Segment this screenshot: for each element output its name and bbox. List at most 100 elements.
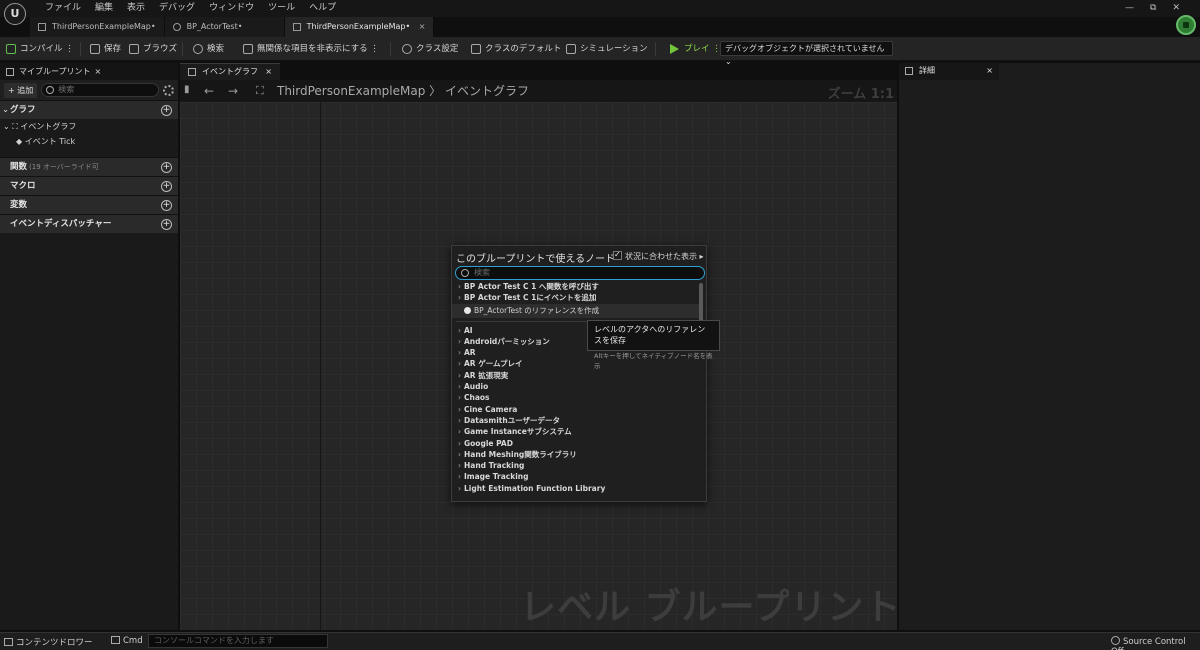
close-button[interactable]: ✕ [1172, 3, 1180, 13]
create-reference-item[interactable]: BP_ActorTest のリファレンスを作成 [452, 303, 700, 318]
add-graph-icon[interactable]: + [161, 105, 172, 116]
browse-button[interactable]: ブラウズ [129, 42, 177, 56]
hide-unrelated-button[interactable]: 無関係な項目を非表示にする ⋮ [243, 42, 379, 56]
minimize-button[interactable]: — [1125, 3, 1134, 13]
debug-object-dropdown[interactable]: デバッグオブジェクトが選択されていません ⌄ [720, 41, 893, 66]
details-icon [905, 67, 913, 75]
context-sensitive-label[interactable]: 状況に合わせた表示 ▸ [625, 251, 704, 262]
chevron-right-icon: › [458, 472, 461, 482]
close-tab-icon[interactable]: × [95, 67, 102, 76]
details-tab[interactable]: 詳細 × [899, 63, 999, 80]
tree-item-event-graph[interactable]: ⌄ ⛶ イベントグラフ [0, 119, 178, 134]
toolbar-divider [182, 42, 183, 56]
add-function-icon[interactable]: + [161, 162, 172, 173]
search-icon [193, 44, 203, 54]
category-label: Hand Meshing関数ライブラリ [464, 449, 577, 459]
category-label: Androidパーミッション [464, 336, 550, 346]
doc-tab-actortest[interactable]: BP_ActorTest• [164, 17, 285, 37]
back-arrow-icon[interactable]: ← [204, 84, 214, 98]
category-item[interactable]: › Game Instanceサブシステム [452, 426, 700, 437]
bookmark-icon[interactable]: ▮ [184, 84, 190, 95]
console-command-input[interactable]: コンソールコマンドを入力します [148, 634, 328, 648]
add-macro-icon[interactable]: + [161, 181, 172, 192]
category-item[interactable]: › Hand Tracking [452, 460, 700, 471]
context-sensitive-checkbox[interactable] [613, 250, 622, 260]
section-graph[interactable]: ⌄ グラフ + [0, 100, 178, 119]
chevron-right-icon: › [458, 370, 461, 380]
category-item[interactable]: › Audio [452, 381, 700, 392]
category-item[interactable]: › Datasmithユーザーデータ [452, 415, 700, 426]
section-macros[interactable]: マクロ + [0, 176, 178, 195]
save-icon [90, 44, 100, 54]
toolbar-divider [80, 42, 81, 56]
unreal-logo-icon[interactable]: U [4, 3, 26, 25]
category-item[interactable]: › Light Estimation Function Library [452, 483, 700, 494]
section-event-dispatchers[interactable]: イベントディスパッチャー + [0, 214, 178, 233]
doc-tab-label: ThirdPersonExampleMap• [52, 22, 156, 31]
list-item[interactable]: › BP Actor Test C 1 へ関数を呼び出す [452, 281, 700, 292]
section-variables[interactable]: 変数 + [0, 195, 178, 214]
category-item[interactable]: › Chaos [452, 392, 700, 403]
cmd-button[interactable]: Cmd [111, 636, 143, 646]
forward-arrow-icon[interactable]: → [228, 84, 238, 98]
action-search-input[interactable]: 検索 [455, 266, 705, 280]
add-button[interactable]: + 追加 [4, 82, 38, 98]
save-button[interactable]: 保存 [90, 42, 121, 56]
document-tabs: ThirdPersonExampleMap• BP_ActorTest• Thi… [30, 17, 435, 37]
category-label: Hand Tracking [464, 461, 525, 471]
menu-file[interactable]: ファイル [38, 2, 88, 14]
category-label: AR 拡張現実 [464, 370, 509, 380]
tree-item-event-tick[interactable]: ◆ イベント Tick [0, 134, 178, 149]
sliders-icon [471, 44, 481, 54]
record-status-icon[interactable] [1176, 15, 1196, 35]
search-button[interactable]: 検索 [193, 42, 224, 56]
category-item[interactable]: › Hand Meshing関数ライブラリ [452, 449, 700, 460]
doc-tab-map-active[interactable]: ThirdPersonExampleMap• × [284, 17, 435, 37]
menu-window[interactable]: ウィンドウ [202, 2, 261, 14]
class-settings-button[interactable]: クラス設定 [402, 42, 458, 56]
chevron-right-icon: › [458, 336, 461, 346]
menu-view[interactable]: 表示 [120, 2, 152, 14]
menu-tools[interactable]: ツール [261, 2, 302, 14]
menu-help[interactable]: ヘルプ [302, 2, 343, 14]
category-item[interactable]: › AR 拡張現実 [452, 370, 700, 381]
add-dispatcher-icon[interactable]: + [161, 219, 172, 230]
console-icon [111, 636, 120, 644]
list-item[interactable]: › BP Actor Test C 1にイベントを追加 [452, 292, 700, 303]
chevron-right-icon: › [458, 438, 461, 448]
hide-unrelated-icon [243, 44, 253, 54]
category-item[interactable]: › Cine Camera [452, 404, 700, 415]
category-item[interactable]: › Google PAD [452, 438, 700, 449]
simulation-button[interactable]: シミュレーション [566, 42, 648, 56]
play-button[interactable]: プレイ ⋮ [670, 42, 721, 56]
compile-button[interactable]: コンパイル ⋮ [6, 42, 74, 56]
doc-tab-map[interactable]: ThirdPersonExampleMap• [30, 17, 165, 37]
compile-icon [6, 44, 16, 54]
category-item[interactable]: › Image Tracking [452, 471, 700, 482]
my-blueprint-panel: マイブループリント × + 追加 検索 ⌄ グラフ + ⌄ ⛶ イベントグラフ … [0, 63, 178, 630]
level-blueprint-icon [292, 23, 301, 31]
close-tab-icon[interactable]: × [419, 22, 426, 31]
category-label: Game Instanceサブシステム [464, 427, 572, 437]
close-tab-icon[interactable]: × [265, 64, 272, 80]
category-label: Light Estimation Function Library [464, 483, 606, 493]
section-functions[interactable]: 関数 (19 オーバーライド可 + [0, 157, 178, 176]
list-item-label: BP Actor Test C 1 へ関数を呼び出す [464, 282, 599, 291]
tooltip-sub-text: Altキーを押してネイティブノード名を表示 [594, 352, 713, 370]
gear-icon[interactable] [163, 84, 174, 96]
graph-origin-line [320, 102, 321, 630]
source-control-button[interactable]: Source Control Off [1111, 636, 1200, 650]
close-tab-icon[interactable]: × [986, 63, 993, 79]
add-variable-icon[interactable]: + [161, 200, 172, 211]
menu-edit[interactable]: 編集 [88, 2, 120, 14]
menu-debug[interactable]: デバッグ [152, 2, 202, 14]
content-drawer-button[interactable]: コンテンツドロワー [4, 636, 93, 648]
class-defaults-button[interactable]: クラスのデフォルト [471, 42, 561, 56]
event-graph-tab[interactable]: イベントグラフ × [180, 63, 280, 80]
restore-button[interactable]: ⧉ [1150, 3, 1156, 13]
blueprint-icon [172, 23, 181, 31]
my-blueprint-search-input[interactable]: 検索 [41, 83, 159, 97]
chevron-right-icon: › [458, 415, 461, 425]
my-blueprint-tab[interactable]: マイブループリント × [0, 63, 178, 80]
